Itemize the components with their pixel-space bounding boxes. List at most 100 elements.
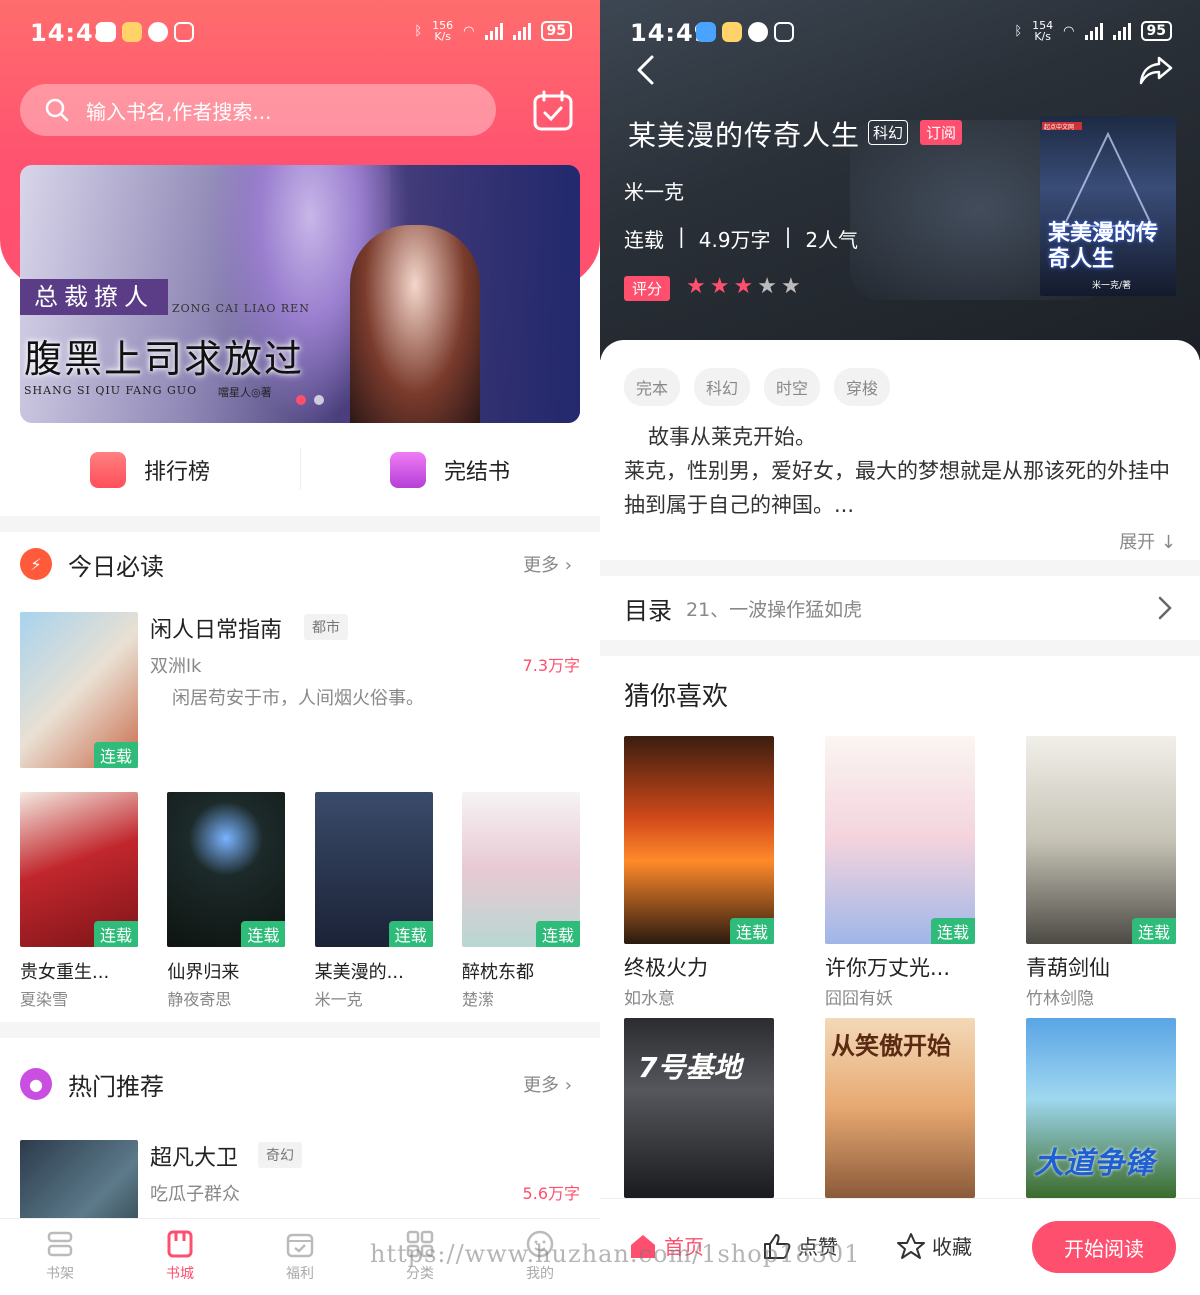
cover-title: 大道争锋 [1034, 1146, 1154, 1181]
book-cover: 连载 [20, 792, 138, 947]
banner-pager[interactable] [296, 395, 324, 405]
more-label: 更多 [523, 1075, 560, 1096]
network-speed: 154 K/s [1032, 19, 1054, 43]
book-title: 许你万丈光... [825, 956, 951, 980]
nfc-icon [174, 22, 194, 42]
word-count: 5.6万字 [522, 1184, 580, 1203]
more-link[interactable]: 更多 › [523, 1071, 572, 1097]
favorite-label: 收藏 [932, 1235, 972, 1259]
banner-tag: 总裁撩人 [20, 279, 168, 315]
tag-chip[interactable]: 完本 [624, 368, 681, 406]
bookstore-icon [167, 1230, 193, 1258]
tag-list: 完本 科幻 时空 穿梭 [624, 368, 891, 406]
cover-author: 米一克/著 [1092, 281, 1132, 291]
book-title: 醉枕东都 [461, 962, 534, 983]
status-badge: 连载 [930, 918, 975, 944]
signal-icon [1112, 22, 1131, 40]
status-badge: 连载 [241, 921, 286, 947]
tab-label: 书架 [46, 1266, 74, 1282]
description-paragraph: 莱克，性别男，爱好女，最大的梦想就是从那该死的外挂中抽到属于自己的神国。... [624, 459, 1170, 517]
app-icon [696, 22, 716, 42]
bluetooth-icon: ᛒ [1014, 23, 1023, 39]
finished-books-label: 完结书 [443, 460, 510, 485]
star-empty-icon: ★ [780, 274, 801, 299]
book-icon [389, 452, 426, 488]
status-bar: 14:48 ᛒ 156 K/s ◠ 95 [0, 0, 600, 70]
book-info-card: 完本 科幻 时空 穿梭 故事从莱克开始。莱克，性别男，爱好女，最大的梦想就是从那… [600, 340, 1200, 560]
tab-bookstore[interactable]: 书城 [120, 1219, 240, 1295]
signal-icon [512, 22, 531, 40]
tab-label: 书城 [166, 1266, 194, 1282]
book-title: 贵女重生... [20, 962, 110, 983]
book-title: 超凡大卫 [150, 1146, 239, 1171]
book-detail-page: 14:49 ᛒ 154 K/s ◠ 95 某美漫的传奇人生 科幻 订阅 米一克 连… [600, 0, 1200, 1295]
tag-chip[interactable]: 科幻 [694, 368, 751, 406]
book-author: 静夜寄思 [167, 990, 232, 1009]
divider [300, 448, 301, 490]
qq-icon [748, 22, 768, 42]
ranking-button[interactable]: 排行榜 [0, 440, 300, 500]
book-author: 如水意 [624, 989, 675, 1009]
book-grid: 连载 贵女重生... 夏染雪 连载 仙界归来 静夜寄思 连载 某美漫的... 米… [20, 792, 580, 1012]
book-title: 青葫剑仙 [1026, 956, 1110, 980]
status-badge: 连载 [535, 921, 580, 947]
book-card[interactable]: 连载 贵女重生... 夏染雪 [20, 792, 138, 1012]
featured-book[interactable]: 连载 闲人日常指南 都市 双洲lk 7.3万字 闲居苟安于市，人间烟火俗事。 [20, 612, 580, 770]
book-title: 终极火力 [624, 956, 708, 980]
tab-bookshelf[interactable]: 书架 [0, 1219, 120, 1295]
book-card[interactable]: 连载 醉枕东都 楚潆 [461, 792, 580, 1012]
cover-title: 从笑傲开始 [831, 1032, 951, 1060]
tab-welfare[interactable]: 福利 [240, 1219, 360, 1295]
flash-icon: ⚡ [20, 548, 52, 580]
pager-dot[interactable] [314, 395, 324, 405]
more-link[interactable]: 更多 › [523, 551, 572, 577]
hot-section-header: ● 热门推荐 更多 › [20, 1064, 580, 1104]
book-title: 闲人日常指南 [150, 618, 283, 643]
ranking-label: 排行榜 [143, 460, 210, 485]
book-title: 某美漫的... [314, 962, 404, 983]
start-reading-button[interactable]: 开始阅读 [1032, 1221, 1176, 1273]
word-count: 4.9万字 [698, 228, 771, 252]
star-icon [897, 1232, 925, 1259]
status-badge: 连载 [93, 921, 138, 947]
banner-author: 噹星人◎著 [218, 386, 272, 399]
watermark: https://www.huzhan.com/1shop18301 [370, 1240, 861, 1268]
pager-dot[interactable] [296, 395, 306, 405]
status-badge: 连载 [729, 918, 774, 944]
banner-tag-pinyin: ZONG CAI LIAO REN [172, 302, 310, 315]
star-filled-icon: ★ [733, 274, 754, 299]
tag-chip[interactable]: 穿梭 [834, 368, 891, 406]
book-author[interactable]: 米一克 [624, 176, 684, 205]
search-icon [45, 98, 69, 122]
tag-chip[interactable]: 时空 [764, 368, 821, 406]
table-of-contents-row[interactable]: 目录 21、一波操作猛如虎 [600, 576, 1200, 640]
book-cover: 7号基地 [624, 1018, 774, 1198]
book-author: 米一克 [314, 990, 363, 1009]
share-icon[interactable] [1138, 54, 1174, 86]
today-section-header: ⚡ 今日必读 更多 › [20, 544, 580, 584]
back-arrow-icon[interactable] [632, 54, 660, 86]
status-badge: 连载 [388, 921, 433, 947]
book-card[interactable]: 连载 仙界归来 静夜寄思 [167, 792, 286, 1012]
notification-icons [696, 22, 794, 42]
book-cover: 连载 [1026, 736, 1176, 944]
wifi-icon: ◠ [1063, 23, 1075, 39]
favorite-button[interactable]: 收藏 [896, 1231, 972, 1260]
search-placeholder: 输入书名,作者搜索... [86, 99, 272, 124]
calendar-icon [286, 1233, 314, 1258]
book-cover: 连载 [825, 736, 975, 944]
signal-icon [1084, 22, 1103, 40]
rating-stars: ★ ★ ★ ★ ★ [686, 274, 801, 299]
book-title: 仙界归来 [167, 962, 240, 983]
description-paragraph: 故事从莱克开始。 [648, 425, 816, 449]
search-input[interactable]: 输入书名,作者搜索... [20, 84, 496, 136]
expand-button[interactable]: 展开 ↓ [1119, 528, 1176, 554]
book-card[interactable]: 连载 某美漫的... 米一克 [314, 792, 433, 1012]
book-author: 双洲lk [150, 656, 202, 677]
banner-title: 腹黑上司求放过 [24, 337, 305, 381]
checkin-calendar-icon[interactable] [532, 90, 574, 132]
book-stats: 连载 | 4.9万字 | 2人气 [624, 224, 858, 253]
subscribe-badge[interactable]: 订阅 [920, 120, 963, 145]
finished-books-button[interactable]: 完结书 [300, 440, 600, 500]
divider [0, 1022, 600, 1038]
